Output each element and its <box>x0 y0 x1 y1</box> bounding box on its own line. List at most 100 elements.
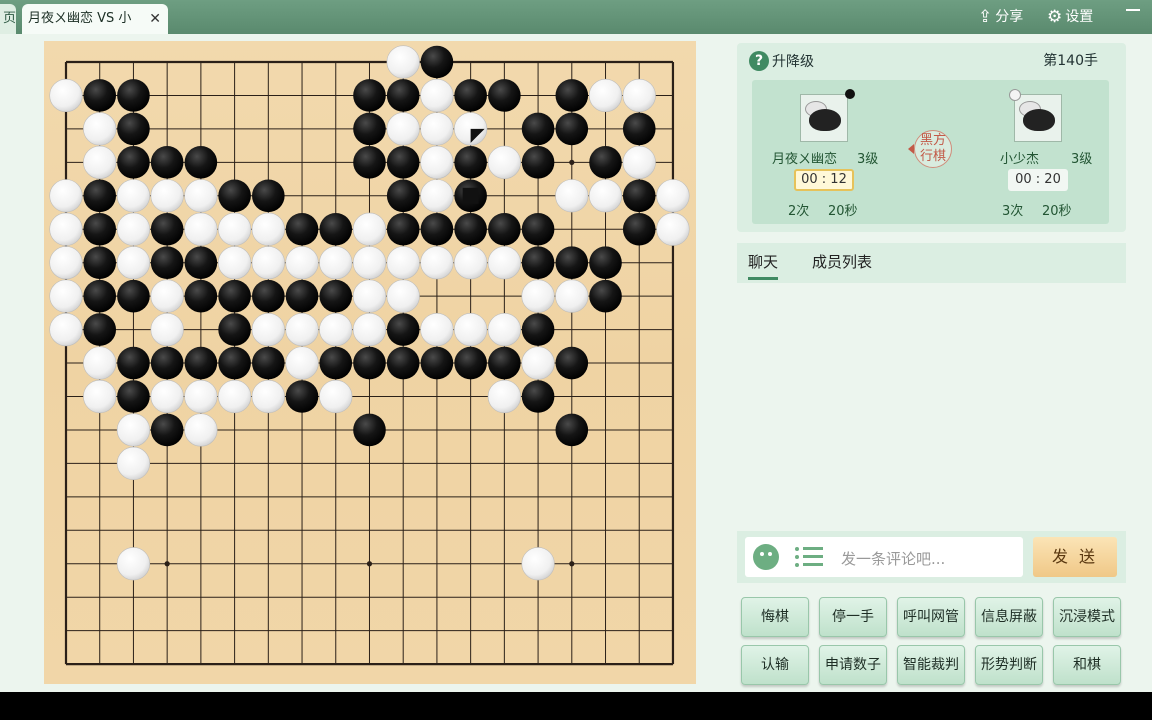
white-stone[interactable] <box>116 212 151 246</box>
black-stone[interactable] <box>420 346 454 380</box>
action-button[interactable]: 信息屏蔽 <box>975 597 1043 637</box>
black-stone[interactable] <box>252 179 285 213</box>
white-stone[interactable] <box>49 313 83 347</box>
white-stone[interactable] <box>150 179 184 213</box>
black-stone[interactable] <box>150 212 184 246</box>
black-stone[interactable] <box>353 112 386 146</box>
white-stone[interactable] <box>454 246 488 280</box>
black-stone[interactable] <box>150 346 184 380</box>
white-stone[interactable] <box>386 45 420 79</box>
white-stone[interactable] <box>218 246 252 280</box>
white-stone[interactable] <box>521 346 555 380</box>
action-button[interactable]: 悔棋 <box>741 597 809 637</box>
action-button[interactable]: 智能裁判 <box>897 645 965 685</box>
black-stone[interactable] <box>218 279 251 313</box>
black-stone[interactable] <box>218 313 251 346</box>
white-stone[interactable] <box>184 379 218 414</box>
black-stone[interactable] <box>319 346 353 380</box>
black-stone[interactable] <box>521 313 555 346</box>
black-stone[interactable] <box>555 413 589 447</box>
tab-chat[interactable]: 聊天 <box>748 251 779 280</box>
black-stone[interactable] <box>386 179 420 213</box>
black-stone[interactable] <box>319 279 353 313</box>
white-stone[interactable] <box>184 212 218 246</box>
black-stone[interactable] <box>285 279 319 313</box>
black-stone[interactable] <box>454 346 487 380</box>
white-stone[interactable] <box>487 313 521 347</box>
white-stone[interactable] <box>352 212 387 246</box>
black-stone[interactable] <box>521 380 555 413</box>
black-stone[interactable] <box>117 146 150 179</box>
white-stone[interactable] <box>487 246 521 280</box>
white-stone[interactable] <box>656 179 690 213</box>
tab-previous[interactable]: 页 <box>0 4 16 34</box>
white-stone[interactable] <box>251 313 285 347</box>
black-stone[interactable] <box>555 79 589 112</box>
black-stone[interactable] <box>555 346 589 380</box>
black-stone[interactable] <box>386 79 420 112</box>
tab-members[interactable]: 成员列表 <box>812 251 872 272</box>
white-stone[interactable] <box>83 112 117 146</box>
action-button[interactable]: 申请数子 <box>819 645 887 685</box>
white-player-avatar[interactable] <box>1014 94 1062 142</box>
white-stone[interactable] <box>420 145 454 179</box>
white-stone[interactable] <box>420 246 454 280</box>
white-stone[interactable] <box>352 313 387 347</box>
black-stone[interactable] <box>285 212 319 246</box>
black-stone[interactable] <box>150 246 184 279</box>
action-button[interactable]: 和棋 <box>1053 645 1121 685</box>
white-stone[interactable] <box>487 379 521 414</box>
black-player-avatar[interactable] <box>800 94 848 142</box>
chat-placeholder[interactable]: 发一条评论吧... <box>841 548 945 569</box>
black-stone[interactable] <box>589 246 622 279</box>
go-board[interactable] <box>44 41 696 684</box>
black-stone[interactable] <box>184 146 218 179</box>
action-button[interactable]: 形势判断 <box>975 645 1043 685</box>
black-stone[interactable] <box>117 279 150 313</box>
white-stone[interactable] <box>116 413 151 447</box>
white-stone[interactable] <box>420 313 454 347</box>
action-button[interactable]: 呼叫网管 <box>897 597 965 637</box>
black-stone[interactable] <box>555 246 589 279</box>
white-stone[interactable] <box>218 212 252 246</box>
white-stone[interactable] <box>319 246 353 280</box>
black-stone[interactable] <box>252 346 285 380</box>
white-stone[interactable] <box>420 78 454 113</box>
white-stone[interactable] <box>285 313 319 347</box>
black-stone[interactable] <box>521 146 555 179</box>
white-stone[interactable] <box>555 179 589 213</box>
white-stone[interactable] <box>352 279 387 313</box>
black-stone[interactable] <box>420 45 454 79</box>
black-stone[interactable] <box>622 179 656 213</box>
black-stone[interactable] <box>521 112 555 146</box>
white-stone[interactable] <box>454 313 488 347</box>
white-stone[interactable] <box>83 145 117 179</box>
black-stone[interactable] <box>117 112 150 146</box>
white-stone[interactable] <box>83 346 117 380</box>
black-stone[interactable] <box>252 279 285 313</box>
black-stone[interactable] <box>285 380 319 413</box>
white-stone[interactable] <box>588 78 623 113</box>
white-stone[interactable] <box>386 112 420 146</box>
black-stone[interactable] <box>184 246 218 279</box>
white-stone[interactable] <box>588 179 623 213</box>
black-stone[interactable] <box>622 112 656 146</box>
help-icon[interactable]: ? <box>749 51 769 71</box>
rank-mode[interactable]: ? 升降级 <box>749 51 814 71</box>
action-button[interactable]: 沉浸模式 <box>1053 597 1121 637</box>
black-stone[interactable] <box>488 346 521 380</box>
black-stone[interactable] <box>218 179 251 213</box>
black-stone[interactable] <box>622 212 656 246</box>
black-stone[interactable] <box>117 346 150 380</box>
black-stone[interactable] <box>521 212 555 246</box>
black-stone[interactable] <box>589 146 622 179</box>
black-stone[interactable] <box>117 79 150 112</box>
white-stone[interactable] <box>251 212 285 246</box>
white-stone[interactable] <box>420 112 454 146</box>
black-stone[interactable] <box>488 212 521 246</box>
white-stone[interactable] <box>150 279 184 313</box>
white-stone[interactable] <box>184 413 218 447</box>
white-stone[interactable] <box>49 179 83 213</box>
white-stone[interactable] <box>251 379 285 414</box>
white-stone[interactable] <box>352 246 387 280</box>
